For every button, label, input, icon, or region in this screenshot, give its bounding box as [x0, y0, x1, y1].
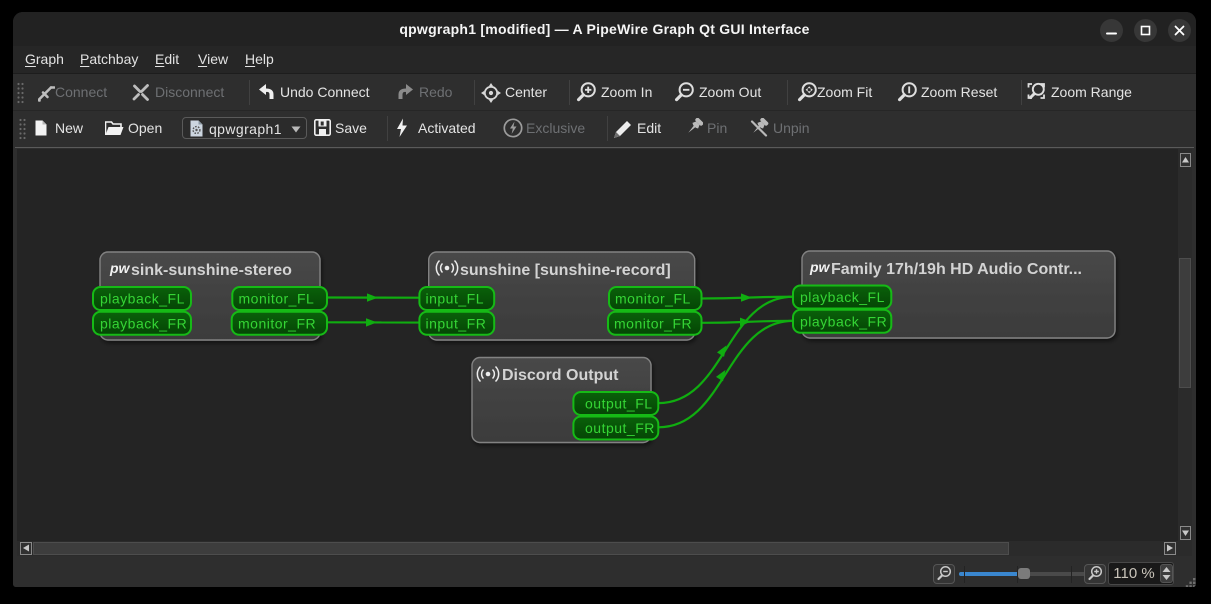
svg-text:monitor_FL: monitor_FL	[615, 291, 691, 307]
svg-text:sink-sunshine-stereo: sink-sunshine-stereo	[131, 262, 292, 279]
svg-text:monitor_FR: monitor_FR	[238, 316, 316, 332]
svg-text:input_FL: input_FL	[426, 291, 484, 307]
svg-text:Family 17h/19h HD Audio Contr.: Family 17h/19h HD Audio Contr...	[831, 261, 1082, 278]
svg-text:input_FR: input_FR	[426, 316, 487, 332]
svg-text:monitor_FR: monitor_FR	[614, 316, 692, 332]
svg-text:pw: pw	[109, 260, 131, 276]
svg-text:monitor_FL: monitor_FL	[239, 291, 315, 307]
svg-text:playback_FL: playback_FL	[100, 291, 185, 307]
svg-text:pw: pw	[809, 259, 831, 275]
svg-text:output_FR: output_FR	[585, 420, 655, 436]
svg-text:Discord Output: Discord Output	[502, 367, 619, 384]
svg-text:playback_FR: playback_FR	[800, 314, 887, 330]
svg-text:playback_FR: playback_FR	[100, 316, 187, 332]
svg-text:output_FL: output_FL	[585, 396, 653, 412]
svg-text:playback_FL: playback_FL	[800, 289, 885, 305]
svg-text:sunshine [sunshine-record]: sunshine [sunshine-record]	[460, 262, 671, 279]
